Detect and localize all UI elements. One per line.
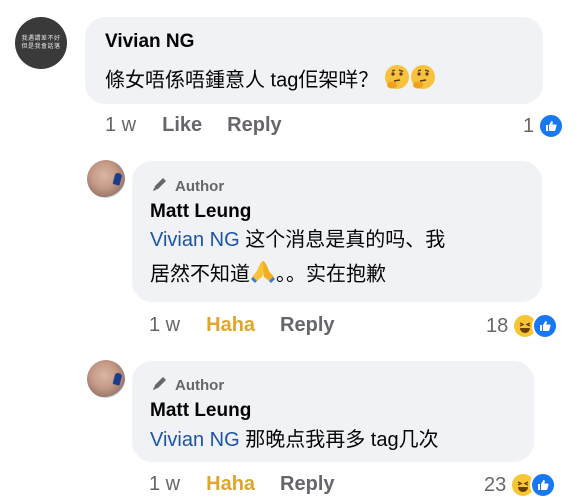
comment-text-body: 條女唔係唔鍾意人 tag佢架咩？ <box>105 69 379 92</box>
comment-text-line-2: 居然不知道 。。实在抱歉 <box>150 258 540 292</box>
avatar-text-line-1: 我遇謂差不好 <box>21 36 61 42</box>
comment-meta-3: 1 w Haha Reply <box>149 473 335 496</box>
timestamp[interactable]: 1 w <box>149 473 180 496</box>
reaction-count: 18 <box>486 314 509 337</box>
like-reaction-icon <box>530 472 557 498</box>
comment-text-line-1: Vivian NG 这个消息是真的吗、我 <box>150 226 540 254</box>
reaction-summary-1[interactable]: 1 <box>523 113 565 139</box>
timestamp[interactable]: 1 w <box>105 114 136 137</box>
reaction-summary-3[interactable]: 23 <box>484 472 557 498</box>
comment-text-body: 。。实在抱歉 <box>276 263 386 286</box>
reply-button[interactable]: Reply <box>280 473 334 496</box>
like-button[interactable]: Like <box>162 114 202 137</box>
avatar-text-line-2: 但是我會話落 <box>21 44 61 50</box>
author-badge-label: Author <box>175 177 225 195</box>
like-reaction-icon <box>532 313 559 339</box>
comment-text-body: 这个消息是真的吗、我 <box>239 229 446 251</box>
avatar-matt-leung[interactable] <box>87 360 125 398</box>
reaction-icons <box>512 313 559 339</box>
comment-bubble-2: Author Matt Leung Vivian NG 这个消息是真的吗、我 居… <box>132 161 542 302</box>
avatar-vivian[interactable]: 我遇謂差不好 但是我會話落 <box>15 17 67 69</box>
comment-text: 條女唔係唔鍾意人 tag佢架咩？ <box>105 64 436 98</box>
author-badge: Author <box>151 175 224 197</box>
mention-link[interactable]: Vivian NG <box>150 229 240 251</box>
comment-author-name[interactable]: Matt Leung <box>150 400 251 422</box>
praying-hands-emoji <box>250 258 276 292</box>
comment-text: Vivian NG 那晚点我再多 tag几次 <box>150 426 439 454</box>
comment-author-name[interactable]: Vivian NG <box>105 31 194 53</box>
reaction-summary-2[interactable]: 18 <box>486 313 559 339</box>
comment-text: Vivian NG 这个消息是真的吗、我 居然不知道 。。实在抱歉 <box>150 226 540 292</box>
timestamp[interactable]: 1 w <box>149 314 180 337</box>
comment-bubble-1: Vivian NG 條女唔係唔鍾意人 tag佢架咩？ <box>85 17 543 104</box>
mention-link[interactable]: Vivian NG <box>150 429 240 451</box>
reaction-count: 1 <box>523 114 535 137</box>
comment-bubble-3: Author Matt Leung Vivian NG 那晚点我再多 tag几次 <box>132 361 534 462</box>
haha-button[interactable]: Haha <box>206 473 255 496</box>
ribbon-icon <box>112 372 123 386</box>
pen-icon <box>151 175 169 197</box>
ribbon-icon <box>112 172 123 186</box>
reaction-icons <box>510 472 557 498</box>
comment-text-body: 居然不知道 <box>150 263 250 286</box>
haha-button[interactable]: Haha <box>206 314 255 337</box>
comment-meta-1: 1 w Like Reply <box>105 114 282 137</box>
like-reaction-icon <box>538 113 565 139</box>
avatar-matt-leung[interactable] <box>87 160 125 198</box>
author-badge-label: Author <box>175 376 225 394</box>
comment-text-body: 那晚点我再多 tag几次 <box>239 429 439 451</box>
thinking-face-emoji <box>410 64 436 98</box>
thinking-face-emoji <box>384 64 410 98</box>
comment-author-name[interactable]: Matt Leung <box>150 201 251 223</box>
reply-button[interactable]: Reply <box>280 314 334 337</box>
reply-button[interactable]: Reply <box>227 114 281 137</box>
reaction-count: 23 <box>484 473 507 496</box>
comment-meta-2: 1 w Haha Reply <box>149 314 335 337</box>
pen-icon <box>151 374 169 396</box>
author-badge: Author <box>151 374 224 396</box>
